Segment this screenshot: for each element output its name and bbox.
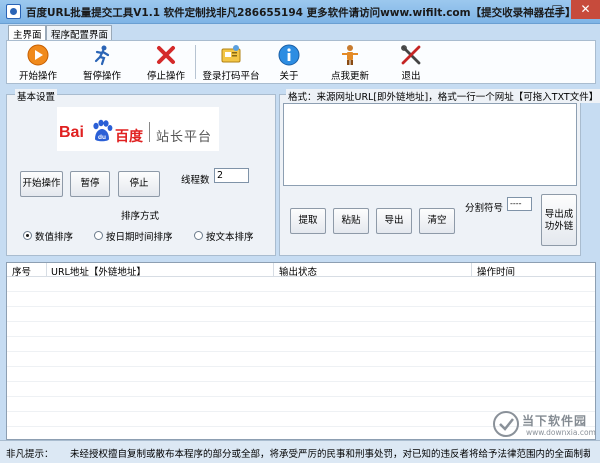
info-icon [278,44,300,66]
start-button[interactable]: 开始操作 [20,171,63,197]
tab-main[interactable]: 主界面 [8,25,46,41]
tab-config[interactable]: 程序配置界面 [46,25,112,41]
col-divider[interactable] [46,263,47,277]
start-operation-button[interactable]: 开始操作 [13,41,63,83]
url-format-title: 格式：来源网址URL[即外链地址]，格式一行一个网址【可拖入TXT文件】 [286,89,600,103]
title-bar: 百度URL批量提交工具V1.1 软件定制找非凡286655194 更多软件请访问… [0,0,600,24]
sort-text-label: 按文本排序 [206,232,254,243]
minimize-button[interactable]: – [517,0,543,19]
app-icon [6,4,21,19]
grid-line [7,291,595,292]
captcha-card-icon [221,45,241,63]
export-success-links-button[interactable]: 导出成功外链 [541,194,577,246]
update-label: 点我更新 [330,71,369,82]
tools-cross-icon [401,45,421,65]
sort-datetime-label: 按日期时间排序 [106,232,173,243]
results-table-header: 序号 URL地址【外链地址】 输出状态 操作时间 [7,263,595,278]
running-man-icon [94,45,110,66]
about-button[interactable]: 关于 [269,41,309,83]
toolbar-separator [195,45,196,79]
baidu-webmaster-logo: Bai du 百度 站长平台 [57,107,219,151]
grid-line [7,336,595,337]
export-button[interactable]: 导出 [376,208,412,234]
col-status-header[interactable]: 输出状态 [279,264,317,278]
update-figure-icon [342,45,358,65]
update-button[interactable]: 点我更新 [325,41,375,83]
exit-label: 退出 [401,71,421,82]
start-operation-label: 开始操作 [18,71,57,82]
threads-label: 线程数 [181,175,210,186]
grid-line [7,306,595,307]
grid-line [7,366,595,367]
paste-button[interactable]: 粘贴 [333,208,369,234]
about-label: 关于 [279,71,299,82]
site-watermark: 当下软件园 www.downxia.com [488,408,596,440]
baidu-paw-icon: du [93,119,113,142]
toolbar: 开始操作 暂停操作 停止操作 登录打码平台 关于 点我更新 退出 [6,40,596,84]
watermark-logo-icon [493,411,519,437]
status-label: 非凡提示： [6,449,54,460]
separator-input[interactable]: ---- [507,197,532,211]
stop-operation-label: 停止操作 [146,71,185,82]
logo-divider [149,122,150,142]
maximize-button[interactable]: □ [544,0,570,19]
extract-button[interactable]: 提取 [290,208,326,234]
col-time-header[interactable]: 操作时间 [477,264,515,278]
col-divider[interactable] [471,263,472,277]
sort-numeric-label: 数值排序 [35,232,74,243]
window-title: 百度URL批量提交工具V1.1 软件定制找非凡286655194 更多软件请访问… [26,7,576,19]
pause-operation-button[interactable]: 暂停操作 [77,41,127,83]
login-captcha-platform-label: 登录打码平台 [202,71,260,82]
close-button[interactable]: ✕ [571,0,600,19]
col-url-header[interactable]: URL地址【外链地址】 [51,264,146,278]
sort-method-label: 排序方式 [121,211,160,222]
separator-label: 分割符号 [465,203,504,214]
sort-text-radio[interactable] [194,231,203,240]
grid-line [7,381,595,382]
baidu-paw-du-text: du [98,134,106,141]
baidu-logo-cn: 百度 [115,129,143,145]
baidu-platform-text: 站长平台 [156,130,213,145]
threads-input[interactable]: 2 [214,168,249,183]
grid-line [7,396,595,397]
pause-operation-label: 暂停操作 [82,71,121,82]
red-x-icon [157,46,175,64]
grid-line [7,351,595,352]
pause-button[interactable]: 暂停 [70,171,110,197]
play-icon [27,44,49,66]
login-captcha-platform-button[interactable]: 登录打码平台 [199,41,263,83]
stop-button[interactable]: 停止 [118,171,160,197]
clear-button[interactable]: 清空 [419,208,455,234]
baidu-logo-latin: Bai [59,124,84,141]
stop-operation-button[interactable]: 停止操作 [141,41,191,83]
exit-button[interactable]: 退出 [391,41,431,83]
col-index-header[interactable]: 序号 [12,264,31,278]
grid-line [7,321,595,322]
sort-numeric-radio[interactable] [23,231,32,240]
url-textarea[interactable] [283,103,577,186]
watermark-text: 当下软件园 [522,414,588,428]
watermark-url: www.downxia.com [526,428,596,437]
status-bar: 非凡提示： 未经授权擅自复制或散布本程序的部分或全部，将承受严厉的民事和刑事处罚… [0,440,600,463]
basic-settings-title: 基本设置 [15,89,58,103]
status-message: 未经授权擅自复制或散布本程序的部分或全部，将承受严厉的民事和刑事处罚，对已知的违… [70,449,590,460]
col-divider[interactable] [273,263,274,277]
sort-datetime-radio[interactable] [94,231,103,240]
